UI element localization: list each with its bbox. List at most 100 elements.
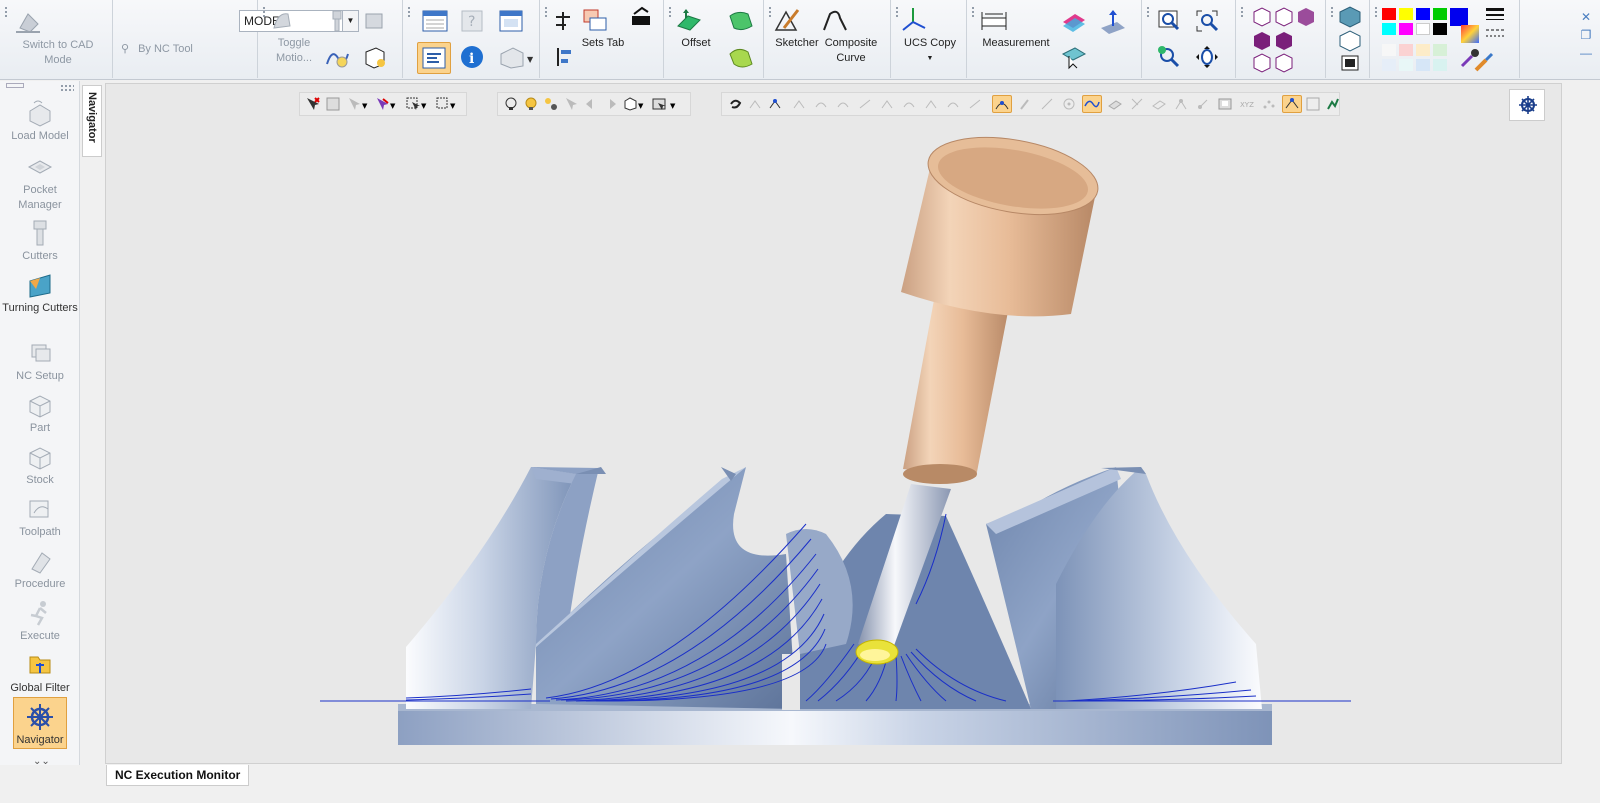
cutters-icon bbox=[26, 219, 54, 247]
nav-item-navigator[interactable]: Navigator bbox=[0, 703, 80, 748]
nav-item-global-filter[interactable]: Global Filter bbox=[0, 651, 80, 696]
gradient-color-icon[interactable] bbox=[1458, 22, 1482, 48]
navigator-tab-label[interactable]: Navigator bbox=[82, 85, 102, 157]
execute-runner-icon bbox=[26, 599, 54, 627]
list-view-icon[interactable] bbox=[417, 42, 451, 74]
window-icon[interactable] bbox=[497, 8, 523, 34]
group-info: ? i ▼ bbox=[403, 0, 540, 78]
pocket-manager-icon bbox=[26, 153, 54, 181]
nav-item-nc-setup[interactable]: NC Setup bbox=[0, 339, 80, 384]
group-model: MODEL ▼ ⚲ By NC Tool bbox=[113, 0, 359, 78]
color-palette-faded[interactable] bbox=[1382, 44, 1447, 74]
normal-arrow-icon[interactable] bbox=[1097, 8, 1127, 34]
tool-holder-lower bbox=[903, 289, 1011, 477]
color-swatch[interactable] bbox=[1433, 23, 1447, 35]
turning-cutters-icon bbox=[26, 271, 54, 299]
nc-setup-icon bbox=[26, 339, 54, 367]
composite-curve-button[interactable]: Composite Curve bbox=[820, 6, 882, 66]
nav-item-cutters[interactable]: Cutters bbox=[0, 219, 80, 264]
group-mode: Switch to CAD Mode bbox=[0, 0, 113, 78]
measurement-button[interactable]: Measurement bbox=[979, 6, 1053, 51]
help-icon[interactable]: ? bbox=[459, 8, 485, 34]
window-controls: ✕ ❐ — bbox=[1578, 10, 1594, 64]
svg-text:i: i bbox=[469, 51, 474, 67]
close-icon[interactable]: ✕ bbox=[1578, 10, 1594, 28]
nav-item-part[interactable]: Part bbox=[0, 391, 80, 436]
color-swatch[interactable] bbox=[1416, 23, 1430, 35]
view-box-icon[interactable] bbox=[362, 8, 388, 34]
distribute-icon[interactable] bbox=[550, 44, 576, 70]
sets-tab-button[interactable]: Sets Tab bbox=[580, 6, 626, 51]
nav-item-toolpath[interactable]: Toolpath bbox=[0, 495, 80, 540]
ucs-copy-button[interactable]: UCS Copy ▼ bbox=[899, 6, 961, 66]
cad-mode-icon bbox=[12, 6, 104, 36]
ribbon-toolbar: Switch to CAD Mode MODEL ▼ ⚲ By NC Tool … bbox=[0, 0, 1600, 80]
color-swatch[interactable] bbox=[1416, 8, 1430, 20]
path-select-icon[interactable] bbox=[324, 44, 350, 70]
panel-drag-handle[interactable] bbox=[60, 84, 74, 92]
offset-button[interactable]: Offset bbox=[674, 6, 718, 51]
nav-item-stock[interactable]: Stock bbox=[0, 443, 80, 488]
nc-execution-monitor-tab[interactable]: NC Execution Monitor bbox=[106, 765, 250, 786]
minimize-icon[interactable]: — bbox=[1578, 46, 1594, 64]
by-nc-tool-button[interactable]: ⚲ By NC Tool bbox=[121, 42, 231, 57]
bottom-panel: NC Execution Monitor bbox=[0, 765, 1600, 803]
chevron-down-icon[interactable]: ▼ bbox=[899, 51, 961, 66]
sketcher-button[interactable]: Sketcher bbox=[772, 6, 822, 51]
zoom-extents-icon[interactable] bbox=[1194, 8, 1220, 34]
nav-item-pocket-manager[interactable]: Pocket Manager bbox=[0, 153, 80, 213]
box-light-icon[interactable] bbox=[362, 44, 388, 70]
zoom-window-icon[interactable] bbox=[1156, 8, 1182, 34]
table-view-icon[interactable] bbox=[421, 8, 448, 34]
procedure-icon bbox=[26, 547, 54, 575]
impeller-machining-scene[interactable] bbox=[106, 84, 1562, 764]
panel-grip[interactable] bbox=[6, 83, 24, 88]
3d-viewport[interactable]: ▼ ▼ ▼ ▼ ▼ ▼ XYZ bbox=[105, 83, 1562, 764]
align-icon[interactable] bbox=[550, 8, 576, 34]
navigator-sidebar: Load Model Pocket Manager Cutters Turnin… bbox=[0, 81, 80, 783]
global-filter-icon bbox=[26, 651, 54, 679]
sets-edit-icon[interactable] bbox=[628, 4, 654, 30]
view-cubes-icon[interactable] bbox=[1250, 4, 1320, 74]
part-icon bbox=[26, 391, 54, 419]
color-palette[interactable] bbox=[1382, 8, 1468, 38]
line-style-icon[interactable] bbox=[1484, 24, 1508, 50]
toggle-motion-button[interactable]: Toggle Motio... bbox=[268, 6, 320, 66]
pan-icon[interactable] bbox=[1194, 44, 1220, 70]
color-swatch[interactable] bbox=[1433, 8, 1447, 20]
tool-probe-icon[interactable] bbox=[324, 8, 350, 34]
group-sets: Sets Tab bbox=[540, 0, 664, 78]
group-motion: Toggle Motio... bbox=[258, 0, 403, 78]
ships-wheel-icon bbox=[26, 703, 54, 731]
paint-brush-icon[interactable] bbox=[1472, 50, 1496, 76]
surface-green-icon[interactable] bbox=[726, 8, 756, 34]
nav-item-execute[interactable]: Execute bbox=[0, 599, 80, 644]
nav-item-procedure[interactable]: Procedure bbox=[0, 547, 80, 592]
surface-yellow-icon[interactable] bbox=[726, 44, 756, 70]
load-model-icon bbox=[26, 99, 54, 127]
navigator-tab[interactable]: Navigator bbox=[80, 81, 104, 783]
display-mode-icon[interactable] bbox=[1336, 4, 1364, 74]
group-palette bbox=[1370, 0, 1520, 78]
nav-item-load-model[interactable]: Load Model bbox=[0, 99, 80, 144]
group-offset: Offset bbox=[664, 0, 764, 78]
nc-tool-icon: ⚲ bbox=[121, 43, 130, 55]
info-icon[interactable]: i bbox=[459, 44, 485, 70]
restore-icon[interactable]: ❐ bbox=[1578, 28, 1594, 46]
color-swatch[interactable] bbox=[1399, 8, 1413, 20]
switch-cad-mode-button[interactable]: Switch to CAD Mode bbox=[12, 6, 104, 68]
ucs-axes-icon bbox=[899, 6, 961, 34]
color-swatch[interactable] bbox=[1399, 23, 1413, 35]
composite-curve-icon bbox=[820, 6, 882, 34]
zoom-in-out-icon[interactable] bbox=[1156, 44, 1182, 70]
impeller-base bbox=[398, 709, 1272, 745]
select-surface-icon[interactable] bbox=[1059, 44, 1089, 70]
svg-text:▼: ▼ bbox=[527, 55, 534, 64]
group-zoom bbox=[1142, 0, 1236, 78]
offset-icon bbox=[674, 6, 718, 34]
color-swatch[interactable] bbox=[1382, 23, 1396, 35]
color-layers-icon[interactable] bbox=[1059, 8, 1089, 34]
color-swatch[interactable] bbox=[1382, 8, 1396, 20]
printer-icon[interactable]: ▼ bbox=[497, 44, 537, 70]
nav-item-turning-cutters[interactable]: Turning Cutters bbox=[0, 271, 80, 316]
